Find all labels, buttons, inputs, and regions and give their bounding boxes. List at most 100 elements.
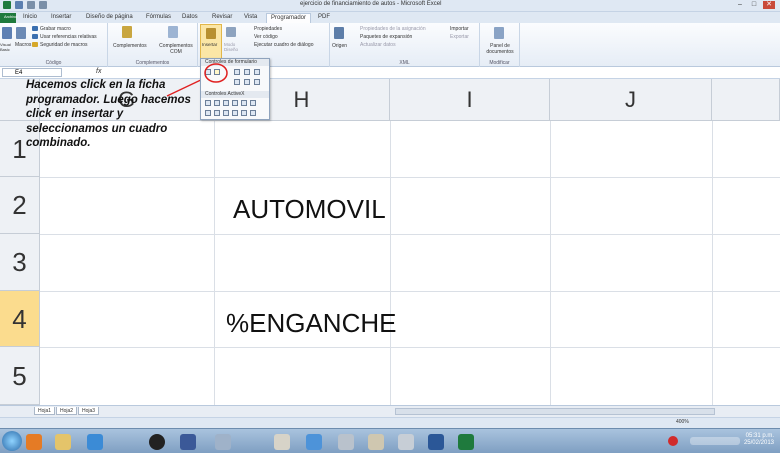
export-button[interactable]: Exportar — [450, 34, 469, 40]
map-properties-button[interactable]: Propiedades de la asignación — [360, 26, 426, 32]
com-addins-icon[interactable] — [168, 26, 178, 38]
tab-home[interactable]: Inicio — [19, 13, 41, 23]
close-button[interactable]: ✕ — [763, 1, 775, 9]
expansion-packs-button[interactable]: Paquetes de expansión — [360, 34, 412, 40]
media-player-icon[interactable] — [26, 434, 42, 450]
visual-basic-button[interactable]: Visual Basic — [0, 42, 14, 52]
window-title: ejercicio de financiamiento de autos - M… — [300, 1, 442, 7]
column-header-k[interactable] — [712, 79, 780, 121]
column-header-j[interactable]: J — [550, 79, 712, 121]
list-box-control-icon[interactable] — [254, 69, 260, 75]
insert-control-button[interactable]: Insertar — [200, 24, 222, 60]
activex-image-icon[interactable] — [205, 110, 211, 116]
tab-data[interactable]: Datos — [178, 13, 202, 23]
tab-review[interactable]: Revisar — [208, 13, 236, 23]
system-clock[interactable]: 05:31 p.m. 25/02/2013 — [744, 433, 774, 447]
import-button[interactable]: Importar — [450, 26, 469, 32]
activex-option-icon[interactable] — [214, 110, 220, 116]
sheet-tab-hoja2[interactable]: Hoja2 — [56, 407, 78, 415]
macros-button[interactable]: Macros — [15, 42, 31, 48]
tab-page-layout[interactable]: Diseño de página — [82, 13, 137, 23]
view-code-button[interactable]: Ver código — [254, 34, 278, 40]
document-panel-button[interactable]: Panel de documentos — [482, 43, 518, 55]
settings-icon[interactable] — [338, 434, 354, 450]
calculator-icon[interactable] — [215, 434, 231, 450]
activex-more-controls-icon[interactable] — [250, 110, 256, 116]
activex-listbox-icon[interactable] — [232, 100, 238, 106]
tab-developer[interactable]: Programador — [266, 13, 312, 23]
label-control-icon[interactable] — [254, 79, 260, 85]
design-mode-icon[interactable] — [226, 27, 236, 37]
activex-scrollbar-icon[interactable] — [250, 100, 256, 106]
xml-source-button[interactable]: Origen — [332, 43, 347, 49]
modify-group: Panel de documentos Modificar — [480, 23, 520, 67]
activex-button-icon[interactable] — [205, 100, 211, 106]
check-box-control-icon[interactable] — [234, 69, 240, 75]
activex-combo-icon[interactable] — [214, 100, 220, 106]
addins-button[interactable]: Complementos — [113, 43, 147, 49]
xml-group-label: XML — [399, 60, 410, 66]
insert-control-label: Insertar — [202, 42, 218, 47]
horizontal-scrollbar[interactable] — [395, 408, 715, 415]
printer-icon[interactable] — [398, 434, 414, 450]
com-addins-button[interactable]: Complementos COM — [156, 43, 196, 55]
start-button[interactable] — [2, 431, 22, 451]
save-icon[interactable] — [15, 1, 23, 9]
macro-security-button[interactable]: Seguridad de macros — [40, 42, 88, 48]
spin-button-control-icon[interactable] — [244, 69, 250, 75]
refresh-data-button[interactable]: Actualizar datos — [360, 42, 396, 48]
code-group: Visual Basic Macros Grabar macro Usar re… — [0, 23, 108, 67]
document-panel-icon[interactable] — [494, 27, 504, 39]
alert-icon[interactable] — [668, 436, 678, 446]
paint-icon[interactable] — [274, 434, 290, 450]
folder-icon[interactable] — [368, 434, 384, 450]
row-header-2[interactable]: 2 — [0, 177, 40, 234]
internet-explorer-icon[interactable] — [87, 434, 103, 450]
activex-label-icon[interactable] — [223, 110, 229, 116]
maximize-button[interactable]: □ — [748, 1, 760, 9]
activex-spin-icon[interactable] — [241, 110, 247, 116]
properties-button[interactable]: Propiedades — [254, 26, 282, 32]
visual-basic-icon[interactable] — [2, 27, 12, 39]
cell-h4[interactable]: %ENGANCHE — [226, 308, 396, 339]
tray-icons[interactable] — [690, 437, 740, 445]
network-icon[interactable] — [306, 434, 322, 450]
activex-checkbox-icon[interactable] — [223, 100, 229, 106]
name-box[interactable]: E4 — [2, 68, 62, 77]
row-header-3[interactable]: 3 — [0, 234, 40, 291]
facebook-icon[interactable] — [180, 434, 196, 450]
cell-h2[interactable]: AUTOMOVIL — [233, 194, 386, 225]
sheet-tab-hoja1[interactable]: Hoja1 — [34, 407, 56, 415]
row-header-5[interactable]: 5 — [0, 347, 40, 405]
addins-icon[interactable] — [122, 26, 132, 38]
word-icon[interactable] — [428, 434, 444, 450]
excel-icon[interactable] — [458, 434, 474, 450]
undo-icon[interactable] — [27, 1, 35, 9]
browser-icon[interactable] — [149, 434, 165, 450]
option-button-control-icon[interactable] — [234, 79, 240, 85]
relative-references-button[interactable]: Usar referencias relativas — [40, 34, 97, 40]
tab-formulas[interactable]: Fórmulas — [142, 13, 175, 23]
group-box-control-icon[interactable] — [244, 79, 250, 85]
grid-line — [390, 121, 391, 405]
record-macro-button[interactable]: Grabar macro — [40, 26, 71, 32]
row-header-4[interactable]: 4 — [0, 291, 40, 347]
tab-file[interactable]: Archivo — [0, 13, 17, 23]
tab-view[interactable]: Vista — [240, 13, 261, 23]
redo-icon[interactable] — [39, 1, 47, 9]
sheet-tab-hoja3[interactable]: Hoja3 — [78, 407, 100, 415]
design-mode-button[interactable]: Modo Diseño — [224, 42, 242, 52]
xml-source-icon[interactable] — [334, 27, 344, 39]
activex-textbox-icon[interactable] — [241, 100, 247, 106]
file-explorer-icon[interactable] — [55, 434, 71, 450]
run-dialog-button[interactable]: Ejecutar cuadro de diálogo — [254, 42, 314, 48]
minimize-button[interactable]: – — [734, 1, 746, 9]
insert-function-icon[interactable]: fx — [96, 68, 101, 75]
tab-pdf[interactable]: PDF — [314, 13, 334, 23]
column-header-i[interactable]: I — [390, 79, 550, 121]
macros-icon[interactable] — [16, 27, 26, 39]
zoom-level[interactable]: 400% — [676, 419, 689, 425]
activex-toggle-icon[interactable] — [232, 110, 238, 116]
tab-insert[interactable]: Insertar — [47, 13, 75, 23]
record-macro-icon — [32, 26, 38, 31]
